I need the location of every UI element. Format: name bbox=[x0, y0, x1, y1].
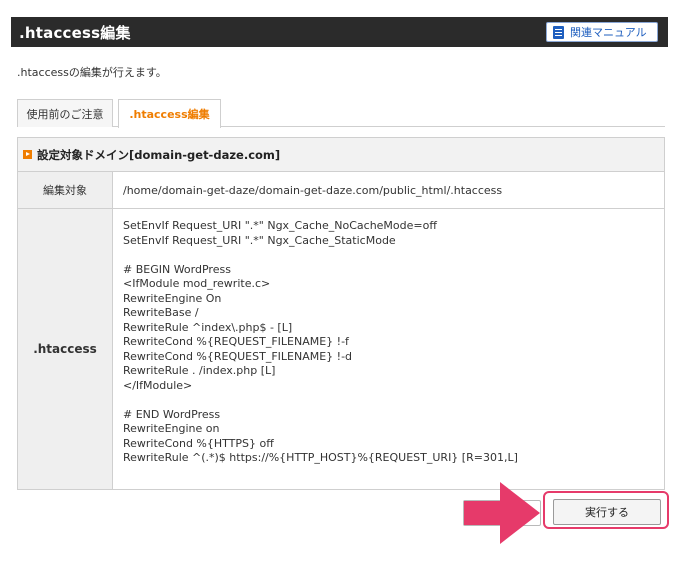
htaccess-row: .htaccess SetEnvIf Request_URI ".*" Ngx_… bbox=[18, 209, 664, 489]
tab-usage-notice[interactable]: 使用前のご注意 bbox=[17, 99, 113, 127]
settings-panel: 設定対象ドメイン[domain-get-daze.com] 編集対象 /home… bbox=[17, 137, 665, 490]
tab-bar: 使用前のご注意 .htaccess編集 bbox=[17, 99, 665, 128]
htaccess-content[interactable]: SetEnvIf Request_URI ".*" Ngx_Cache_NoCa… bbox=[123, 209, 518, 466]
panel-heading: 設定対象ドメイン[domain-get-daze.com] bbox=[18, 138, 664, 172]
htaccess-editor[interactable]: SetEnvIf Request_URI ".*" Ngx_Cache_NoCa… bbox=[113, 209, 664, 489]
back-button[interactable]: る bbox=[463, 500, 541, 526]
target-domain-heading: 設定対象ドメイン[domain-get-daze.com] bbox=[37, 147, 281, 162]
edit-target-label: 編集対象 bbox=[18, 172, 113, 208]
execute-button[interactable]: 実行する bbox=[553, 499, 661, 525]
edit-target-row: 編集対象 /home/domain-get-daze/domain-get-da… bbox=[18, 172, 664, 209]
page-description: .htaccessの編集が行えます。 bbox=[17, 66, 167, 79]
tab-htaccess-edit[interactable]: .htaccess編集 bbox=[118, 99, 221, 128]
edit-target-path: /home/domain-get-daze/domain-get-daze.co… bbox=[123, 183, 503, 197]
htaccess-label: .htaccess bbox=[18, 209, 113, 489]
related-manual-label: 関連マニュアル bbox=[570, 26, 647, 39]
orange-bullet-icon bbox=[23, 150, 32, 159]
manual-book-icon bbox=[553, 25, 564, 39]
page-header: .htaccess編集 関連マニュアル bbox=[11, 17, 668, 47]
related-manual-button[interactable]: 関連マニュアル bbox=[546, 22, 658, 42]
page-title: .htaccess編集 bbox=[19, 24, 131, 42]
